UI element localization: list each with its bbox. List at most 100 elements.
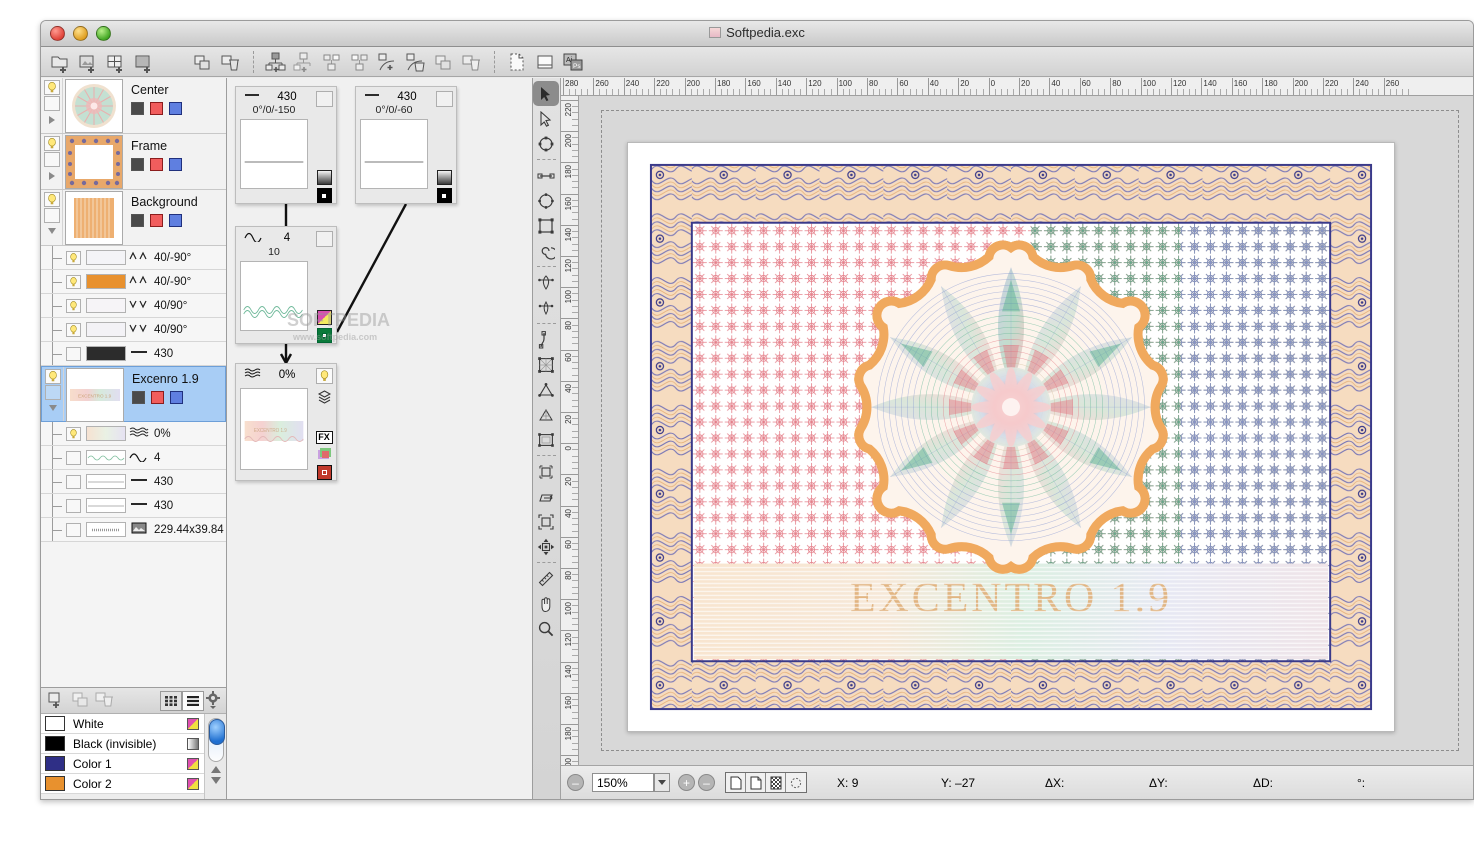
layer-group-excenro[interactable]: EXCENTRO 1.9 Excenro 1.9	[41, 366, 226, 422]
new-group-icon[interactable]	[49, 51, 73, 73]
fx-badge-icon[interactable]: FX	[316, 431, 333, 444]
mesh-tool[interactable]	[533, 402, 559, 427]
list-view-icon[interactable]	[182, 691, 204, 711]
green-frame-badge-icon[interactable]	[317, 328, 332, 343]
border-tool[interactable]	[533, 295, 559, 320]
chip-dark[interactable]	[131, 158, 144, 171]
zoom-in-button[interactable]: +	[678, 774, 695, 791]
export-ai-ps-icon[interactable]: AiPs	[561, 51, 585, 73]
hand-tool[interactable]	[533, 591, 559, 616]
rectangle-tool[interactable]	[533, 213, 559, 238]
row-swatch[interactable]	[86, 426, 126, 441]
swatch-row[interactable]: Color 1	[41, 754, 204, 774]
palette-list[interactable]: White Black (invisible) Color 1	[41, 714, 226, 799]
add-child-node-icon[interactable]	[292, 51, 316, 73]
duplicate-swatch-icon[interactable]	[69, 690, 93, 712]
add-curve-icon[interactable]	[376, 51, 400, 73]
grid-fill-tool[interactable]	[533, 352, 559, 377]
lock-toggle[interactable]	[44, 152, 60, 167]
row-swatch[interactable]	[86, 322, 126, 337]
zoom-tool[interactable]	[533, 616, 559, 641]
visibility-toggle[interactable]	[66, 523, 81, 537]
black-dot-badge-icon[interactable]	[437, 188, 452, 203]
layer-row[interactable]: 0%	[41, 422, 226, 446]
outline-view-icon[interactable]	[786, 773, 806, 792]
lock-toggle[interactable]	[44, 208, 60, 223]
visibility-toggle[interactable]	[66, 299, 81, 313]
horizontal-ruler[interactable]: 2802602402202001801601401201008060402002…	[561, 78, 1473, 96]
chip-blue[interactable]	[169, 214, 182, 227]
line-tool[interactable]	[533, 163, 559, 188]
zoom-out-button[interactable]: –	[567, 774, 584, 791]
layer-row[interactable]: 229.44x39.84	[41, 518, 226, 542]
chip-red[interactable]	[150, 158, 163, 171]
export-selection-icon[interactable]	[505, 51, 529, 73]
layer-row[interactable]: 40/-90°	[41, 246, 226, 270]
layer-group-frame[interactable]: Frame	[41, 134, 226, 190]
node-line-2[interactable]: 430 0°/0/-60	[355, 86, 457, 204]
shear-tool[interactable]	[533, 484, 559, 509]
layer-list[interactable]: Center	[41, 78, 226, 687]
delete-curve-icon[interactable]	[404, 51, 428, 73]
tool-palette[interactable]	[533, 78, 561, 799]
cmyk-badge-icon[interactable]	[317, 447, 332, 462]
chip-blue[interactable]	[169, 158, 182, 171]
row-swatch[interactable]	[86, 522, 126, 537]
disclosure-triangle[interactable]	[49, 116, 55, 124]
new-swatch-icon[interactable]	[45, 690, 69, 712]
swatch-row[interactable]: Color 2	[41, 774, 204, 794]
palette-scrollbar[interactable]	[204, 714, 226, 799]
node-checkbox[interactable]	[316, 91, 333, 107]
lock-toggle[interactable]	[44, 96, 60, 111]
visibility-toggle[interactable]	[66, 427, 81, 441]
swatch-color[interactable]	[45, 736, 65, 751]
visibility-toggle[interactable]	[66, 347, 81, 361]
layer-group-background[interactable]: Background	[41, 190, 226, 246]
row-swatch[interactable]	[86, 346, 126, 361]
target-badge-icon[interactable]	[317, 465, 332, 480]
document-page[interactable]: EXCENTRO 1.9	[627, 142, 1395, 732]
node-sine[interactable]: 4 10	[235, 226, 337, 344]
selection-arrow-tool[interactable]	[533, 81, 559, 106]
add-node-icon[interactable]	[264, 51, 288, 73]
export-page-icon[interactable]	[533, 51, 557, 73]
delete-swatch-icon[interactable]	[93, 690, 117, 712]
zoom-reduce-button[interactable]: –	[698, 774, 715, 791]
node-editor[interactable]: 430 0°/0/-150	[227, 78, 533, 799]
scroll-track[interactable]	[208, 718, 224, 762]
visibility-toggle[interactable]	[66, 323, 81, 337]
zoom-input[interactable]: 150%	[592, 773, 654, 792]
measure-tool[interactable]	[533, 566, 559, 591]
node-relief[interactable]: 0% EXCENTRO 1.9	[235, 363, 337, 481]
transform-tool[interactable]	[533, 459, 559, 484]
row-swatch[interactable]	[86, 274, 126, 289]
disclosure-triangle[interactable]	[49, 172, 55, 180]
scroll-thumb[interactable]	[209, 719, 225, 745]
new-image-icon[interactable]	[77, 51, 101, 73]
visibility-toggle[interactable]	[66, 451, 81, 465]
node-edit-tool[interactable]	[533, 131, 559, 156]
chip-dark[interactable]	[132, 391, 145, 404]
swatch-row[interactable]: White	[41, 714, 204, 734]
circle-tool[interactable]	[533, 188, 559, 213]
node-checkbox[interactable]	[436, 91, 453, 107]
chip-dark[interactable]	[131, 102, 144, 115]
move-tool[interactable]	[533, 534, 559, 559]
transparency-view-icon[interactable]	[766, 773, 786, 792]
row-swatch[interactable]	[86, 298, 126, 313]
frame-tool[interactable]	[533, 427, 559, 452]
swatch-row[interactable]: Black (invisible)	[41, 734, 204, 754]
layer-row[interactable]: 430	[41, 494, 226, 518]
scroll-down-arrow[interactable]	[211, 777, 221, 784]
lock-toggle[interactable]	[45, 385, 61, 400]
chip-red[interactable]	[150, 214, 163, 227]
swatch-color[interactable]	[45, 756, 65, 771]
chip-blue[interactable]	[170, 391, 183, 404]
chip-red[interactable]	[150, 102, 163, 115]
visibility-toggle[interactable]	[66, 275, 81, 289]
canvas-area[interactable]: EXCENTRO 1.9	[579, 96, 1473, 765]
node-checkbox[interactable]	[316, 231, 333, 247]
row-swatch[interactable]	[86, 450, 126, 465]
node-branch-icon[interactable]	[348, 51, 372, 73]
spiral-tool[interactable]	[533, 238, 559, 263]
